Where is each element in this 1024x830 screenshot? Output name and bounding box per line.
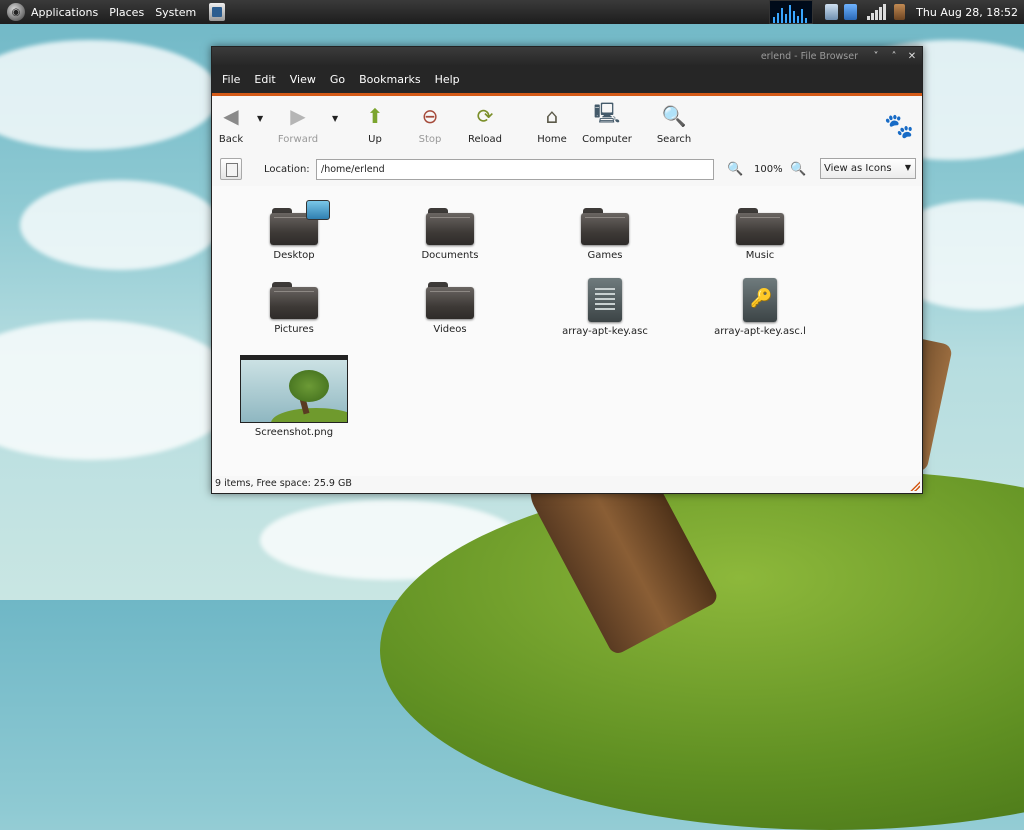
- location-input[interactable]: [316, 159, 714, 180]
- reload-label: Reload: [467, 134, 503, 145]
- panel-menu-places[interactable]: Places: [109, 6, 144, 19]
- key-document-icon: [743, 278, 777, 322]
- toolbar: ◀ Back ▼ ▶ Forward ▼ ⬆ Up ⊖ Stop ⟳ Reloa…: [212, 96, 922, 154]
- menu-go[interactable]: Go: [330, 73, 345, 86]
- panel-menu-applications[interactable]: Applications: [31, 6, 98, 19]
- search-icon: 🔍: [661, 104, 687, 128]
- view-mode-label: View as Icons: [824, 163, 892, 174]
- minimize-icon[interactable]: ˅: [868, 49, 884, 65]
- resize-grip-icon[interactable]: [910, 481, 920, 491]
- file-item-apt-key-l[interactable]: array-apt-key.asc.l: [700, 278, 820, 337]
- file-label: array-apt-key.asc: [562, 326, 648, 337]
- text-document-icon: [588, 278, 622, 322]
- window-title: erlend - File Browser: [760, 51, 858, 62]
- gnome-foot-icon: 🐾: [884, 112, 914, 140]
- folder-icon: [270, 282, 318, 320]
- file-item-videos[interactable]: Videos: [390, 282, 510, 335]
- forward-arrow-icon: ▶: [290, 104, 306, 128]
- computer-icon: 🖳: [593, 101, 621, 125]
- file-label: Pictures: [274, 324, 314, 335]
- location-label: Location:: [264, 164, 310, 175]
- file-item-screenshot[interactable]: Screenshot.png: [234, 355, 354, 438]
- reload-icon: ⟳: [476, 104, 494, 128]
- maximize-icon[interactable]: ˄: [886, 49, 902, 65]
- folder-icon: [736, 208, 784, 246]
- computer-label: Computer: [582, 134, 632, 145]
- menu-file[interactable]: File: [222, 73, 240, 86]
- file-icon-view[interactable]: Desktop Documents Games Music Pictures V…: [212, 186, 922, 476]
- menu-edit[interactable]: Edit: [254, 73, 275, 86]
- top-panel: ◉ Applications Places System Thu Aug 28,…: [0, 0, 1024, 24]
- file-label: Desktop: [273, 250, 315, 261]
- file-label: array-apt-key.asc.l: [714, 326, 806, 337]
- file-label: Documents: [421, 250, 479, 261]
- image-thumbnail: [240, 355, 348, 423]
- menubar: File Edit View Go Bookmarks Help: [212, 66, 922, 96]
- forward-label: Forward: [277, 134, 319, 145]
- search-button[interactable]: 🔍 Search: [649, 104, 699, 145]
- file-item-pictures[interactable]: Pictures: [234, 282, 354, 335]
- file-label: Music: [745, 250, 775, 261]
- view-mode-select[interactable]: View as Icons ▼: [820, 158, 916, 179]
- search-label: Search: [656, 134, 692, 145]
- battery-icon[interactable]: [825, 4, 839, 20]
- menu-bookmarks[interactable]: Bookmarks: [359, 73, 420, 86]
- zoom-in-icon[interactable]: 🔍: [790, 162, 806, 178]
- panel-menu-system[interactable]: System: [155, 6, 196, 19]
- menu-help[interactable]: Help: [435, 73, 460, 86]
- file-label: Videos: [433, 324, 467, 335]
- back-button[interactable]: ◀ Back: [206, 104, 256, 145]
- folder-icon: [426, 208, 474, 246]
- file-label: Screenshot.png: [254, 427, 334, 438]
- close-icon[interactable]: ✕: [904, 49, 920, 65]
- zoom-out-icon[interactable]: 🔍: [727, 162, 743, 178]
- up-button[interactable]: ⬆ Up: [350, 104, 400, 145]
- folder-icon: [581, 208, 629, 246]
- user-icon[interactable]: [894, 4, 906, 20]
- file-item-music[interactable]: Music: [700, 208, 820, 261]
- file-item-apt-key[interactable]: array-apt-key.asc: [545, 278, 665, 337]
- computer-button[interactable]: 🖳 Computer: [582, 101, 632, 145]
- back-history-icon[interactable]: ▼: [257, 114, 263, 123]
- window-titlebar[interactable]: erlend - File Browser ˅ ˄ ✕: [212, 47, 922, 66]
- home-icon: ⌂: [545, 104, 559, 128]
- gnome-logo-icon[interactable]: ◉: [7, 3, 25, 21]
- forward-button[interactable]: ▶ Forward: [273, 104, 323, 145]
- location-bar: Location: 🔍 100% 🔍 View as Icons ▼: [212, 154, 922, 186]
- menu-view[interactable]: View: [290, 73, 316, 86]
- chevron-down-icon: ▼: [904, 163, 911, 172]
- up-arrow-icon: ⬆: [366, 104, 384, 128]
- stop-button[interactable]: ⊖ Stop: [405, 104, 455, 145]
- reload-button[interactable]: ⟳ Reload: [460, 104, 510, 145]
- zoom-level[interactable]: 100%: [754, 164, 783, 175]
- home-label: Home: [537, 134, 567, 145]
- folder-icon: [426, 282, 474, 320]
- back-arrow-icon: ◀: [223, 104, 239, 128]
- network-icon[interactable]: [844, 4, 858, 20]
- desktop-emblem-icon: [306, 200, 330, 220]
- status-bar: 9 items, Free space: 25.9 GB: [212, 476, 922, 493]
- stop-label: Stop: [418, 134, 442, 145]
- folder-icon: [270, 200, 330, 246]
- forward-history-icon[interactable]: ▼: [332, 114, 338, 123]
- location-toggle-button[interactable]: [220, 158, 242, 180]
- home-button[interactable]: ⌂ Home: [527, 104, 577, 145]
- file-item-desktop[interactable]: Desktop: [234, 200, 354, 261]
- file-item-games[interactable]: Games: [545, 208, 665, 261]
- signal-icon[interactable]: [867, 4, 887, 20]
- launcher-icon[interactable]: [209, 3, 226, 21]
- back-label: Back: [218, 134, 244, 145]
- system-monitor-icon[interactable]: [769, 0, 814, 24]
- panel-clock[interactable]: Thu Aug 28, 18:52: [916, 6, 1018, 19]
- stop-icon: ⊖: [421, 104, 439, 128]
- file-item-documents[interactable]: Documents: [390, 208, 510, 261]
- file-label: Games: [587, 250, 623, 261]
- file-browser-window: erlend - File Browser ˅ ˄ ✕ File Edit Vi…: [211, 46, 923, 494]
- up-label: Up: [368, 134, 382, 145]
- status-text: 9 items, Free space: 25.9 GB: [215, 478, 352, 489]
